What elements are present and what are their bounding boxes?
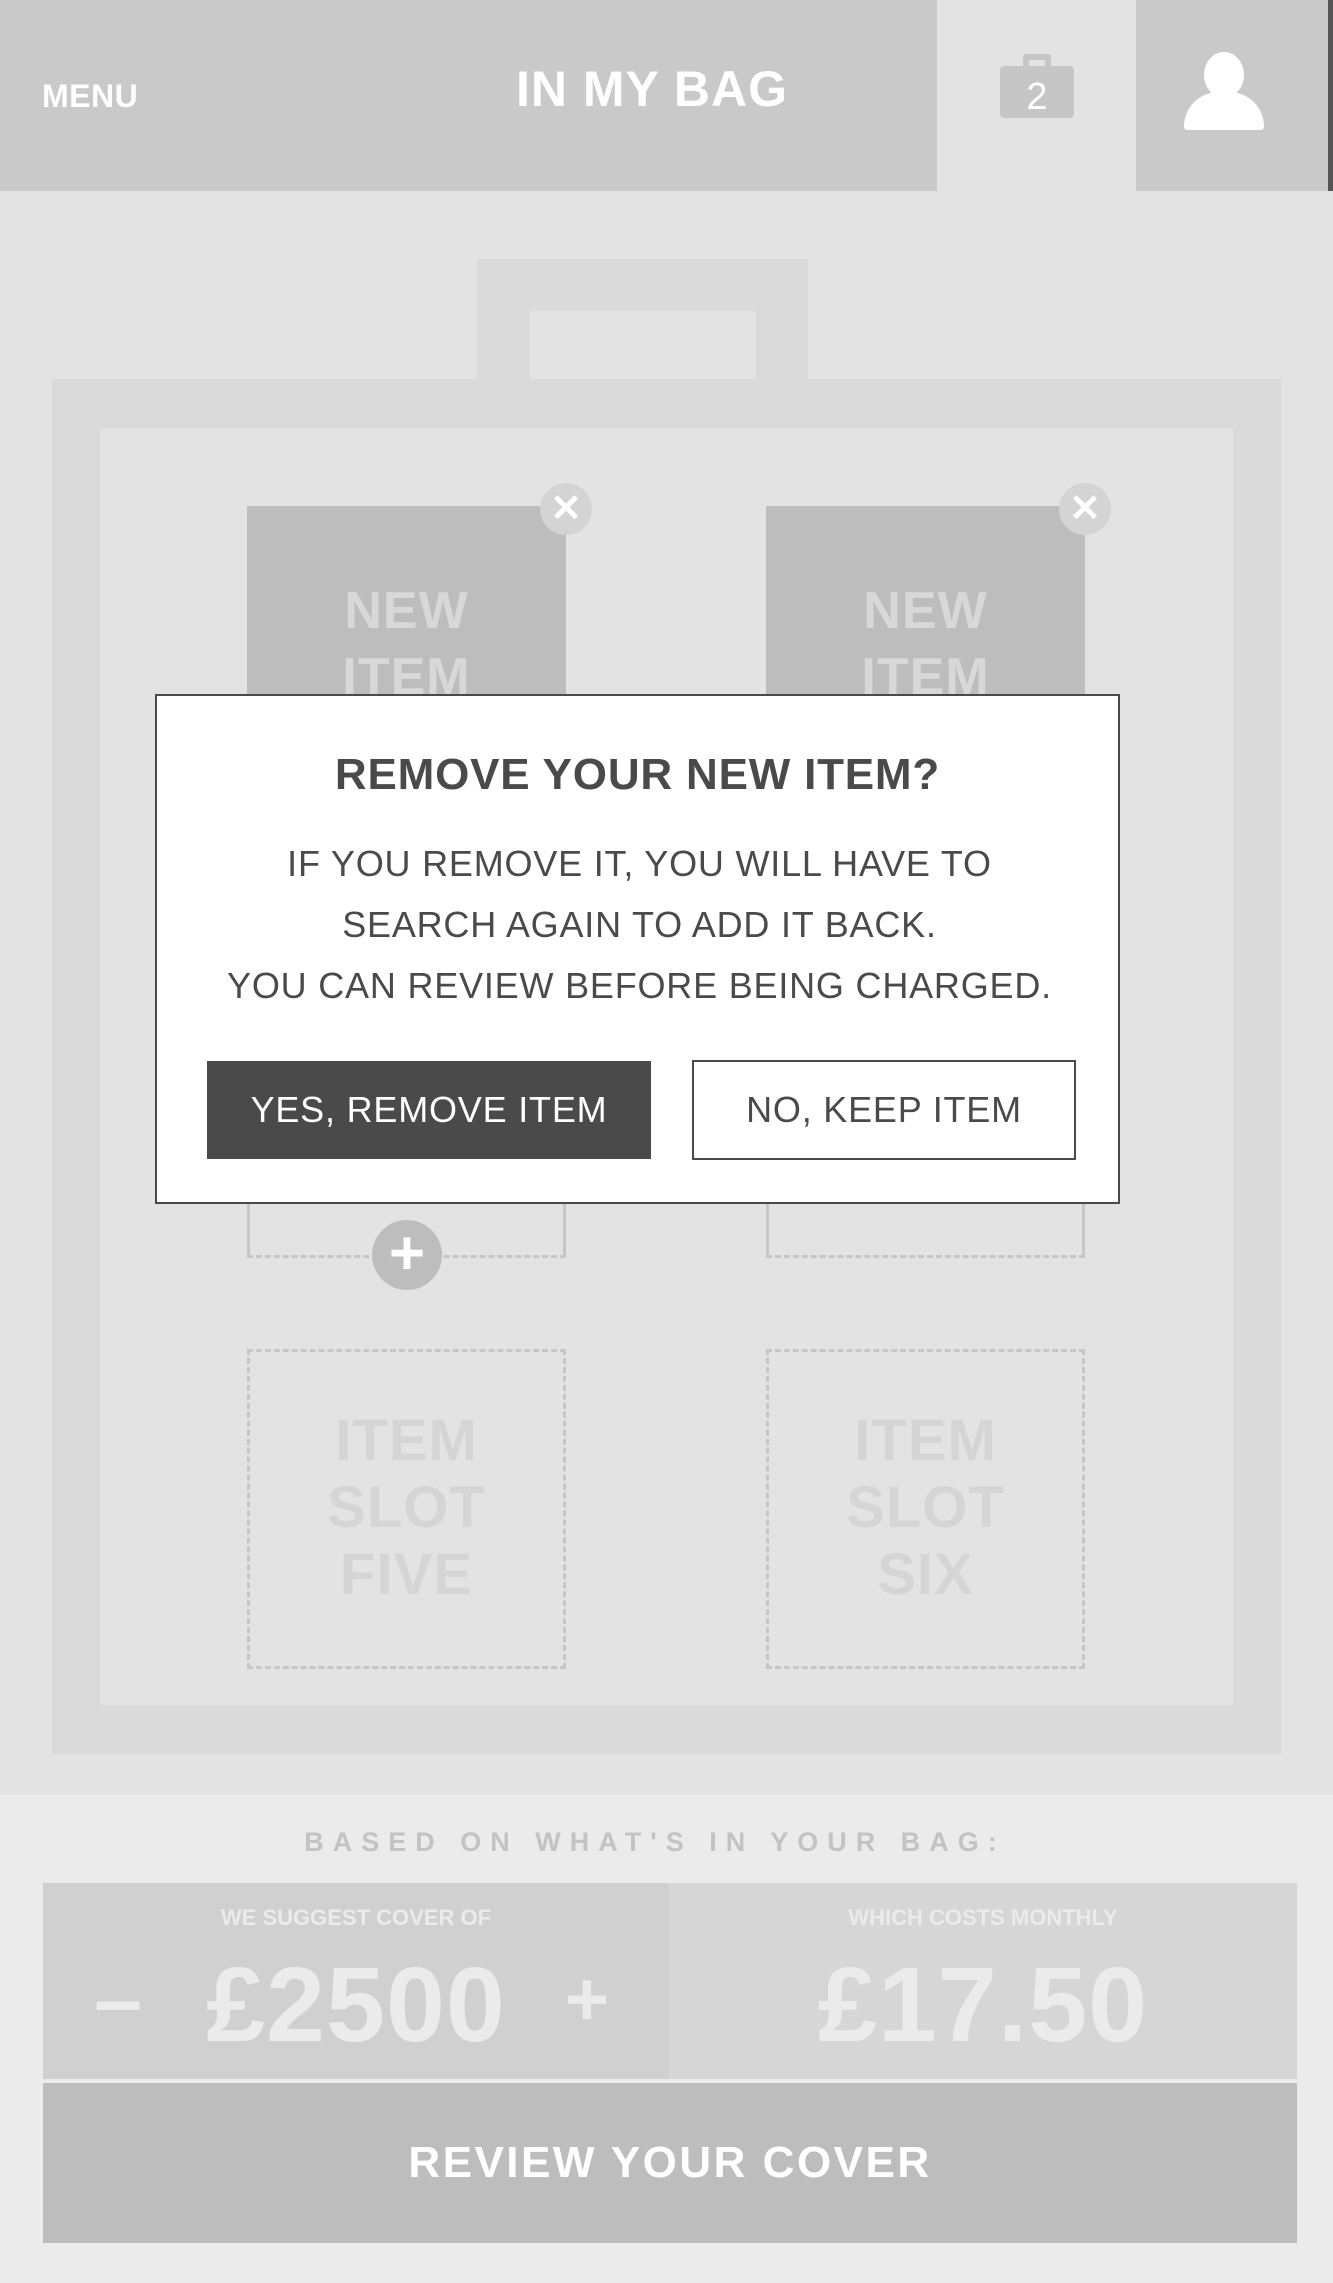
- empty-slot-label-line: FIVE: [340, 1542, 473, 1607]
- dialog-message-line: YOU CAN REVIEW BEFORE BEING CHARGED.: [227, 965, 1052, 1006]
- dialog-message: IF YOU REMOVE IT, YOU WILL HAVE TO SEARC…: [177, 833, 1102, 1016]
- empty-slot-label-line: SLOT: [327, 1475, 486, 1540]
- bag-item-tile[interactable]: NEW ITEM: [247, 506, 566, 706]
- dialog-message-line: SEARCH AGAIN TO ADD IT BACK.: [342, 904, 937, 945]
- scrollbar[interactable]: [1328, 0, 1333, 191]
- bag-item-label-line: NEW: [863, 582, 988, 640]
- user-icon-shoulders: [1184, 92, 1264, 130]
- shopping-bag-icon[interactable]: 2: [1000, 54, 1074, 118]
- add-item-plus-icon[interactable]: +: [372, 1220, 442, 1290]
- bag-item-tile[interactable]: NEW ITEM: [766, 506, 1085, 706]
- bag-handle-cutout: [530, 311, 756, 384]
- summary-heading: BASED ON WHAT'S IN YOUR BAG:: [304, 1827, 1006, 1857]
- cover-amount-panel: WE SUGGEST COVER OF £2500 – +: [43, 1883, 669, 2079]
- increase-cover-button[interactable]: +: [557, 1957, 617, 2043]
- empty-slot[interactable]: ITEM SLOT SIX: [766, 1349, 1085, 1669]
- empty-slot[interactable]: [766, 1195, 1085, 1258]
- remove-item-close-icon[interactable]: ✕: [1059, 483, 1111, 535]
- bag-item-label: NEW ITEM: [766, 578, 1085, 710]
- cover-amount-label: WE SUGGEST COVER OF: [220, 1905, 492, 1930]
- monthly-cost-value: £17.50: [817, 1946, 1149, 2064]
- empty-slot-label: ITEM SLOT SIX: [769, 1407, 1082, 1608]
- monthly-cost-panel: WHICH COSTS MONTHLY £17.50: [669, 1883, 1297, 2079]
- bag-icon-body: 2: [1000, 66, 1074, 118]
- monthly-cost-label: WHICH COSTS MONTHLY: [848, 1905, 1118, 1930]
- decrease-cover-button[interactable]: –: [93, 1957, 143, 2043]
- empty-slot-label-line: ITEM: [854, 1408, 997, 1473]
- top-bar: MENU IN MY BAG 2: [0, 0, 1333, 191]
- page-title: IN MY BAG: [516, 61, 788, 117]
- bag-item-count: 2: [1026, 76, 1048, 118]
- dialog-title: REMOVE YOUR NEW ITEM?: [334, 750, 941, 799]
- bag-item-label-line: NEW: [344, 582, 469, 640]
- user-icon[interactable]: [1184, 52, 1264, 130]
- empty-slot-label: ITEM SLOT FIVE: [250, 1407, 563, 1608]
- keep-item-button[interactable]: NO, KEEP ITEM: [692, 1060, 1076, 1160]
- menu-button[interactable]: MENU: [42, 78, 138, 115]
- bag-item-label: NEW ITEM: [247, 578, 566, 710]
- empty-slot-label-line: ITEM: [335, 1408, 478, 1473]
- review-cover-button[interactable]: REVIEW YOUR COVER: [43, 2083, 1297, 2243]
- dialog-message-line: IF YOU REMOVE IT, YOU WILL HAVE TO: [287, 843, 992, 884]
- remove-item-close-icon[interactable]: ✕: [540, 483, 592, 535]
- confirm-remove-button[interactable]: YES, REMOVE ITEM: [207, 1061, 651, 1159]
- empty-slot-label-line: SIX: [877, 1542, 974, 1607]
- empty-slot[interactable]: ITEM SLOT FIVE: [247, 1349, 566, 1669]
- remove-item-dialog: REMOVE YOUR NEW ITEM? IF YOU REMOVE IT, …: [155, 694, 1120, 1204]
- cover-summary-panel: BASED ON WHAT'S IN YOUR BAG: WE SUGGEST …: [0, 1795, 1333, 2283]
- empty-slot-label-line: SLOT: [846, 1475, 1005, 1540]
